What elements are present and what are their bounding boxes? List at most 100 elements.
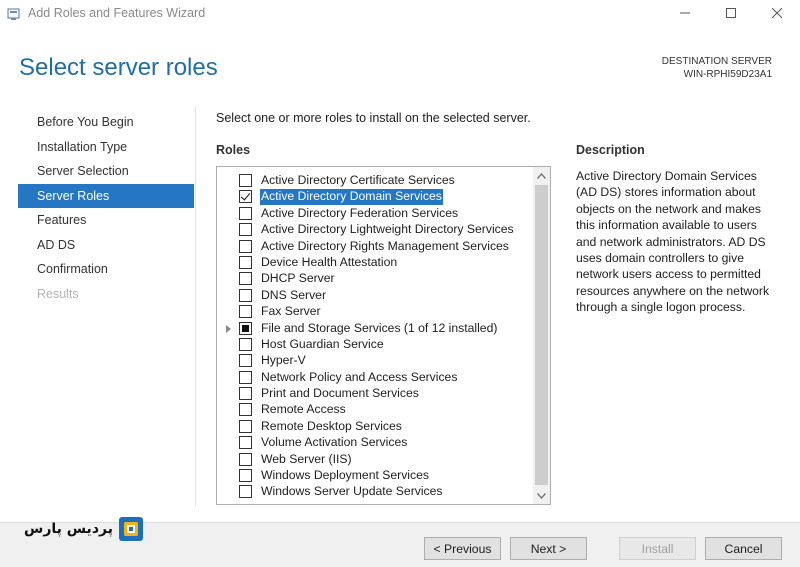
role-label[interactable]: File and Storage Services (1 of 12 insta… — [260, 321, 498, 337]
roles-heading: Roles — [216, 143, 251, 157]
role-row[interactable]: Network Policy and Access Services — [217, 370, 532, 386]
role-row[interactable]: Volume Activation Services — [217, 435, 532, 451]
nav-item-server-selection[interactable]: Server Selection — [18, 159, 194, 184]
role-checkbox[interactable] — [239, 419, 252, 433]
nav-item-server-roles[interactable]: Server Roles — [18, 183, 194, 208]
nav-item-installation-type[interactable]: Installation Type — [18, 135, 194, 160]
role-label[interactable]: Windows Server Update Services — [260, 484, 444, 500]
cancel-button[interactable]: Cancel — [705, 537, 782, 560]
roles-list: Active Directory Certificate Services Act… — [217, 173, 532, 501]
previous-button[interactable]: < Previous — [424, 537, 501, 560]
logo-text: پردیس پارس — [24, 521, 113, 537]
role-label[interactable]: Windows Deployment Services — [260, 468, 430, 484]
description-heading: Description — [576, 143, 645, 157]
role-label[interactable]: Network Policy and Access Services — [260, 370, 458, 386]
minimize-icon — [680, 5, 690, 23]
role-checkbox[interactable] — [239, 354, 252, 368]
scroll-up-button[interactable] — [533, 167, 550, 184]
role-label[interactable]: Active Directory Certificate Services — [260, 173, 456, 189]
role-checkbox[interactable] — [239, 190, 252, 204]
nav-divider — [195, 106, 196, 506]
role-label[interactable]: Volume Activation Services — [260, 435, 408, 451]
role-checkbox[interactable] — [239, 305, 252, 319]
role-row[interactable]: File and Storage Services (1 of 12 insta… — [217, 321, 532, 337]
role-row[interactable]: DNS Server — [217, 288, 532, 304]
destination-server-info: DESTINATION SERVER WIN-RPHI59D23A1 — [662, 55, 772, 81]
logo-mark-icon — [118, 516, 144, 542]
role-checkbox[interactable] — [239, 403, 252, 417]
role-row[interactable]: Print and Document Services — [217, 386, 532, 402]
role-row[interactable]: Active Directory Certificate Services — [217, 173, 532, 189]
role-label[interactable]: Print and Document Services — [260, 386, 420, 402]
role-checkbox[interactable] — [239, 223, 252, 237]
nav-item-ad-ds[interactable]: AD DS — [18, 233, 194, 258]
role-checkbox[interactable] — [239, 452, 252, 466]
role-row[interactable]: Remote Desktop Services — [217, 419, 532, 435]
nav-item-before-you-begin[interactable]: Before You Begin — [18, 110, 194, 135]
role-label[interactable]: Active Directory Rights Management Servi… — [260, 239, 510, 255]
server-manager-icon — [6, 6, 22, 22]
page-title: Select server roles — [19, 54, 218, 81]
role-label[interactable]: Active Directory Federation Services — [260, 206, 459, 222]
role-row[interactable]: Windows Deployment Services — [217, 468, 532, 484]
nav-item-results: Results — [37, 286, 79, 301]
close-button[interactable] — [754, 2, 800, 26]
role-label[interactable]: DHCP Server — [260, 271, 336, 287]
destination-server-label: DESTINATION SERVER — [661, 56, 772, 67]
role-label[interactable]: Remote Access — [260, 402, 347, 418]
next-button[interactable]: Next > — [510, 537, 587, 560]
brand-logo: پردیس پارس — [24, 516, 144, 542]
role-row[interactable]: Device Health Attestation — [217, 255, 532, 271]
role-checkbox[interactable] — [239, 174, 252, 187]
roles-list-box: Active Directory Certificate Services Act… — [216, 166, 551, 505]
role-checkbox[interactable] — [239, 239, 252, 253]
role-label[interactable]: Active Directory Lightweight Directory S… — [260, 222, 515, 238]
role-label[interactable]: Active Directory Domain Services — [260, 189, 443, 205]
role-checkbox[interactable] — [239, 321, 252, 335]
role-label[interactable]: Remote Desktop Services — [260, 419, 403, 435]
role-label[interactable]: Hyper-V — [260, 353, 307, 369]
role-row[interactable]: Remote Access — [217, 402, 532, 418]
maximize-button[interactable] — [708, 2, 754, 26]
role-checkbox[interactable] — [239, 337, 252, 351]
scroll-down-button[interactable] — [533, 487, 550, 504]
window-title: Add Roles and Features Wizard — [28, 6, 206, 20]
role-label[interactable]: Device Health Attestation — [260, 255, 398, 271]
role-label[interactable]: Web Server (IIS) — [260, 452, 353, 468]
title-bar: Add Roles and Features Wizard — [0, 0, 800, 28]
scroll-thumb[interactable] — [535, 185, 548, 485]
destination-server-name: WIN-RPHI59D23A1 — [683, 69, 772, 80]
role-row[interactable]: Active Directory Lightweight Directory S… — [217, 222, 532, 238]
role-checkbox[interactable] — [239, 436, 252, 450]
role-row[interactable]: Hyper-V — [217, 353, 532, 369]
role-checkbox[interactable] — [239, 485, 252, 499]
chevron-up-icon — [537, 171, 546, 181]
roles-scrollbar[interactable] — [533, 167, 550, 504]
role-checkbox[interactable] — [239, 469, 252, 483]
role-checkbox[interactable] — [239, 288, 252, 302]
role-row[interactable]: Windows Server Update Services — [217, 484, 532, 500]
role-row[interactable]: Active Directory Federation Services — [217, 206, 532, 222]
role-row[interactable]: Active Directory Rights Management Servi… — [217, 239, 532, 255]
minimize-button[interactable] — [662, 2, 708, 26]
role-row[interactable]: Active Directory Domain Services — [217, 189, 532, 205]
wizard-nav: Before You Begin Installation Type Serve… — [18, 110, 194, 306]
nav-item-confirmation[interactable]: Confirmation — [18, 257, 194, 282]
expand-arrow-icon[interactable] — [226, 324, 231, 333]
nav-item-features[interactable]: Features — [18, 208, 194, 233]
role-row[interactable]: Fax Server — [217, 304, 532, 320]
role-checkbox[interactable] — [239, 206, 252, 220]
role-row[interactable]: Host Guardian Service — [217, 337, 532, 353]
chevron-down-icon — [537, 491, 546, 501]
close-icon — [771, 5, 783, 23]
role-label[interactable]: DNS Server — [260, 288, 327, 304]
role-checkbox[interactable] — [239, 272, 252, 286]
role-label[interactable]: Host Guardian Service — [260, 337, 385, 353]
role-row[interactable]: DHCP Server — [217, 271, 532, 287]
role-checkbox[interactable] — [239, 387, 252, 401]
instruction-text: Select one or more roles to install on t… — [216, 111, 531, 125]
role-checkbox[interactable] — [239, 370, 252, 384]
role-label[interactable]: Fax Server — [260, 304, 322, 320]
role-checkbox[interactable] — [239, 255, 252, 269]
role-row[interactable]: Web Server (IIS) — [217, 452, 532, 468]
